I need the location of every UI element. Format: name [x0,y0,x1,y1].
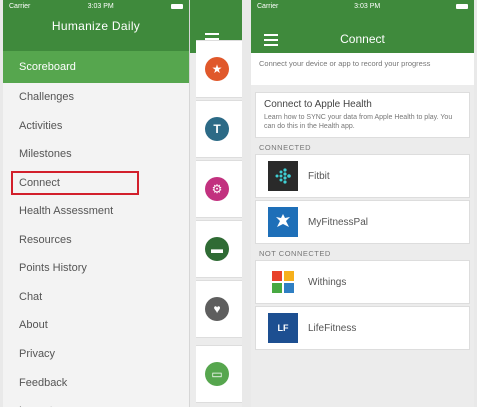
navigation-drawer: Carrier 3:03 PM Humanize Daily Scoreboar… [3,0,190,407]
device-row-myfitnesspal[interactable]: MyFitnessPal [255,200,470,244]
connect-header: Carrier 3:03 PM Connect [251,0,474,53]
app-title: Humanize Daily [51,19,141,33]
menu-item-milestones[interactable]: Milestones [3,140,189,169]
apple-health-title: Connect to Apple Health [264,99,372,110]
intro-text: Connect your device or app to record you… [251,53,474,85]
menu-item-chat[interactable]: Chat [3,283,189,312]
menu-item-logout[interactable]: Logout [3,397,189,407]
pin-icon: T [205,117,229,141]
left-screen: Carrier 3:03 PM Humanize Daily Scoreboar… [3,0,242,407]
device-name: MyFitnessPal [308,216,369,228]
device-row-fitbit[interactable]: Fitbit [255,154,470,198]
status-bar: Carrier 3:03 PM [3,0,189,13]
menu-item-health-assessment[interactable]: Health Assessment [3,197,189,226]
device-name: LifeFitness [308,322,357,334]
device-name: Withings [308,276,347,288]
activity-card[interactable]: ▬ [196,220,242,278]
apple-health-desc: Learn how to SYNC your data from Apple H… [264,114,453,130]
menu-item-privacy[interactable]: Privacy [3,340,189,369]
not-connected-section-label: NOT CONNECTED [259,249,331,258]
activity-card[interactable]: ★ [196,40,242,98]
device-row-lifefitness[interactable]: LF LifeFitness [255,306,470,350]
menu-item-activities[interactable]: Activities [3,112,189,141]
carrier-label: Carrier [9,3,31,10]
menu-item-challenges[interactable]: Challenges [3,83,189,112]
right-screen: Carrier 3:03 PM Connect Connect your dev… [251,0,474,407]
briefcase-icon: ▭ [205,362,229,386]
activity-card[interactable]: ⚙ [196,160,242,218]
time-label: 3:03 PM [87,3,114,10]
activity-card[interactable]: T [196,100,242,158]
menu-item-points-history[interactable]: Points History [3,254,189,283]
carrier-label: Carrier [257,3,279,10]
status-bar: Carrier 3:03 PM [251,0,474,13]
award-icon: ★ [205,57,229,81]
drawer-menu: Scoreboard Challenges Activities Milestones… [3,51,189,407]
fitbit-icon [268,161,298,191]
activity-card[interactable]: ♥ [196,280,242,338]
page-title: Connect [340,32,385,46]
drawer-header: Carrier 3:03 PM Humanize Daily [3,0,189,53]
calendar-icon: ▬ [205,237,229,261]
time-label: 3:03 PM [354,3,381,10]
device-row-withings[interactable]: Withings [255,260,470,304]
battery-icon [456,4,468,9]
heart-icon: ♥ [205,297,229,321]
activity-card[interactable]: ▭ [196,345,242,403]
lifefitness-icon: LF [268,313,298,343]
withings-icon [268,267,298,297]
battery-icon [171,4,183,9]
menu-item-scoreboard[interactable]: Scoreboard [3,51,189,83]
apple-health-card[interactable]: Connect to Apple Health Learn how to SYN… [255,92,470,138]
bike-icon: ⚙ [205,177,229,201]
myfitnesspal-icon [268,207,298,237]
device-name: Fitbit [308,170,330,182]
menu-item-feedback[interactable]: Feedback [3,368,189,397]
app-content-peek[interactable]: ★ T ⚙ ▬ ♥ ▭ [190,0,242,407]
menu-item-connect[interactable]: Connect [11,170,139,195]
menu-item-about[interactable]: About [3,311,189,340]
connected-section-label: CONNECTED [259,143,312,152]
menu-item-resources[interactable]: Resources [3,225,189,254]
